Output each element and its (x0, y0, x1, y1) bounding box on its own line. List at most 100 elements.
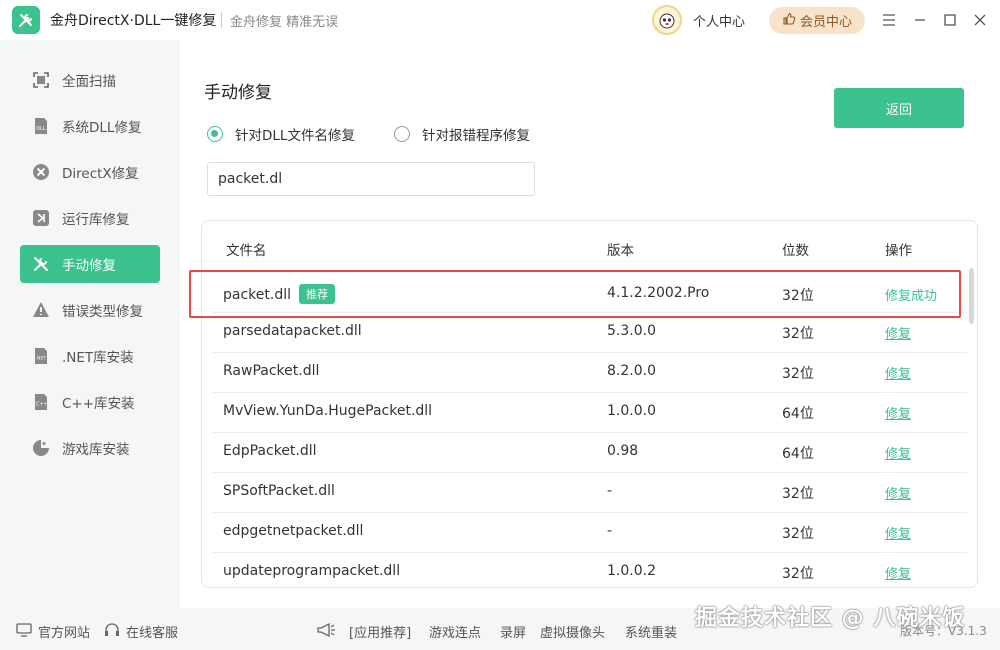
page-title: 手动修复 (204, 83, 272, 103)
app-title: 金舟DirectX·DLL一键修复 (50, 13, 217, 29)
version-cell: - (607, 523, 613, 539)
file-name: EdpPacket.dll (223, 443, 317, 459)
sidebar-item-runtime[interactable]: 运行库修复 (20, 199, 160, 237)
repair-link[interactable]: 修复 (885, 363, 911, 382)
sidebar-item-manual-repair[interactable]: 手动修复 (20, 245, 160, 283)
app-logo-icon (12, 6, 40, 34)
radio-by-dll-name[interactable]: 针对DLL文件名修复 (207, 124, 355, 144)
radio-unchecked-icon (394, 126, 410, 142)
repair-link[interactable]: 修复 (885, 403, 911, 422)
sidebar-item-label: 运行库修复 (62, 212, 130, 228)
sidebar-item-label: 手动修复 (62, 258, 116, 274)
sidebar-item-label: DirectX修复 (62, 166, 139, 182)
sidebar-item-cpp[interactable]: C++ C++库安装 (20, 383, 160, 421)
table-row: RawPacket.dll 8.2.0.0 32位 修复 (202, 353, 977, 393)
version-label: 版本号：V3.1.3 (900, 624, 987, 638)
file-name: edpgetnetpacket.dll (223, 523, 364, 539)
footer-link-system-reinstall[interactable]: 系统重装 (625, 622, 677, 641)
official-website-label: 官方网站 (38, 626, 91, 641)
minimize-icon[interactable] (908, 8, 932, 32)
file-name: RawPacket.dll (223, 363, 320, 379)
official-website-link[interactable]: 官方网站 (16, 622, 90, 641)
directx-icon (32, 163, 50, 181)
sidebar-item-game-lib[interactable]: 游戏库安装 (20, 429, 160, 467)
svg-text:.NET: .NET (36, 356, 47, 362)
version-cell: - (607, 483, 613, 499)
sidebar-item-directx[interactable]: DirectX修复 (20, 153, 160, 191)
bits-cell: 64位 (782, 446, 814, 462)
radio-label: 针对DLL文件名修复 (235, 128, 355, 144)
sidebar-item-label: 游戏库安装 (62, 442, 130, 458)
vip-center-button[interactable]: 会员中心 (769, 7, 865, 34)
file-name: parsedatapacket.dll (223, 323, 362, 339)
menu-icon[interactable] (877, 8, 901, 32)
svg-text:C++: C++ (36, 402, 48, 408)
table-row: MvView.YunDa.HugePacket.dll 1.0.0.0 64位 … (202, 393, 977, 433)
game-icon (32, 439, 50, 457)
bits-cell: 32位 (782, 366, 814, 382)
dotnet-icon: .NET (32, 347, 50, 365)
content-area: 手动修复 返回 针对DLL文件名修复 针对报错程序修复 文件名 版本 位数 操作… (180, 40, 1000, 608)
dll-search-input[interactable] (207, 162, 535, 196)
warning-icon (32, 301, 50, 319)
repair-link[interactable]: 修复 (885, 563, 911, 582)
table-header: 文件名 版本 位数 操作 (202, 221, 977, 273)
repair-link[interactable]: 修复 (885, 523, 911, 542)
online-support-link[interactable]: 在线客服 (104, 622, 178, 641)
radio-by-error-program[interactable]: 针对报错程序修复 (394, 124, 530, 144)
maximize-icon[interactable] (938, 8, 962, 32)
bits-cell: 64位 (782, 406, 814, 422)
back-button[interactable]: 返回 (834, 88, 964, 128)
sidebar-item-dotnet[interactable]: .NET .NET库安装 (20, 337, 160, 375)
version-cell: 1.0.0.2 (607, 563, 656, 579)
close-icon[interactable] (968, 8, 992, 32)
table-row: parsedatapacket.dll 5.3.0.0 32位 修复 (202, 313, 977, 353)
version-cell: 0.98 (607, 443, 639, 459)
version-cell: 1.0.0.0 (607, 403, 656, 419)
title-bar: 金舟DirectX·DLL一键修复 金舟修复 精准无误 个人中心 会员中心 (0, 0, 1000, 40)
repair-link[interactable]: 修复 (885, 483, 911, 502)
sidebar-item-label: 错误类型修复 (62, 304, 143, 320)
radio-label: 针对报错程序修复 (422, 128, 530, 144)
repair-link[interactable]: 修复 (885, 443, 911, 462)
sidebar: 全面扫描 DLL 系统DLL修复 DirectX修复 运行库修复 手动修复 错误… (0, 40, 180, 608)
radio-checked-icon (207, 126, 223, 142)
file-name: SPSoftPacket.dll (223, 483, 335, 499)
bits-cell: 32位 (782, 566, 814, 582)
highlight-box (189, 270, 961, 318)
sidebar-item-system-dll[interactable]: DLL 系统DLL修复 (20, 107, 160, 145)
cpp-icon: C++ (32, 393, 50, 411)
monitor-icon (16, 622, 32, 641)
bits-cell: 32位 (782, 526, 814, 542)
repair-link[interactable]: 修复 (885, 323, 911, 342)
footer-link-auto-clicker[interactable]: 游戏连点 (429, 622, 481, 641)
main-panel: 手动修复 返回 针对DLL文件名修复 针对报错程序修复 文件名 版本 位数 操作… (180, 40, 1000, 608)
sidebar-item-full-scan[interactable]: 全面扫描 (20, 61, 160, 99)
table-row: SPSoftPacket.dll - 32位 修复 (202, 473, 977, 513)
table-row: edpgetnetpacket.dll - 32位 修复 (202, 513, 977, 553)
megaphone-icon (316, 622, 336, 638)
profile-link[interactable]: 个人中心 (693, 11, 745, 30)
sidebar-item-label: .NET库安装 (62, 350, 134, 366)
footer-link-virtual-camera[interactable]: 虚拟摄像头 (540, 622, 605, 641)
vip-center-label: 会员中心 (799, 15, 852, 30)
bits-cell: 32位 (782, 486, 814, 502)
runtime-icon (32, 209, 50, 227)
svg-text:DLL: DLL (36, 126, 46, 132)
sidebar-item-error-type[interactable]: 错误类型修复 (20, 291, 160, 329)
sidebar-item-label: 全面扫描 (62, 74, 116, 90)
user-avatar[interactable] (652, 5, 682, 35)
table-scrollbar[interactable] (969, 268, 974, 324)
app-slogan: 金舟修复 精准无误 (230, 15, 339, 30)
title-divider (221, 12, 222, 28)
wrench-icon (32, 255, 50, 273)
online-support-label: 在线客服 (126, 626, 179, 641)
file-name: updateprogrampacket.dll (223, 563, 401, 579)
column-header-bits: 位数 (782, 243, 809, 259)
column-header-version: 版本 (607, 243, 634, 259)
column-header-action: 操作 (885, 243, 912, 259)
file-name: MvView.YunDa.HugePacket.dll (223, 403, 433, 419)
column-header-filename: 文件名 (226, 243, 267, 259)
footer-link-screen-recorder[interactable]: 录屏 (500, 622, 526, 641)
footer-link-app-recommend[interactable]: [应用推荐] (349, 622, 411, 641)
